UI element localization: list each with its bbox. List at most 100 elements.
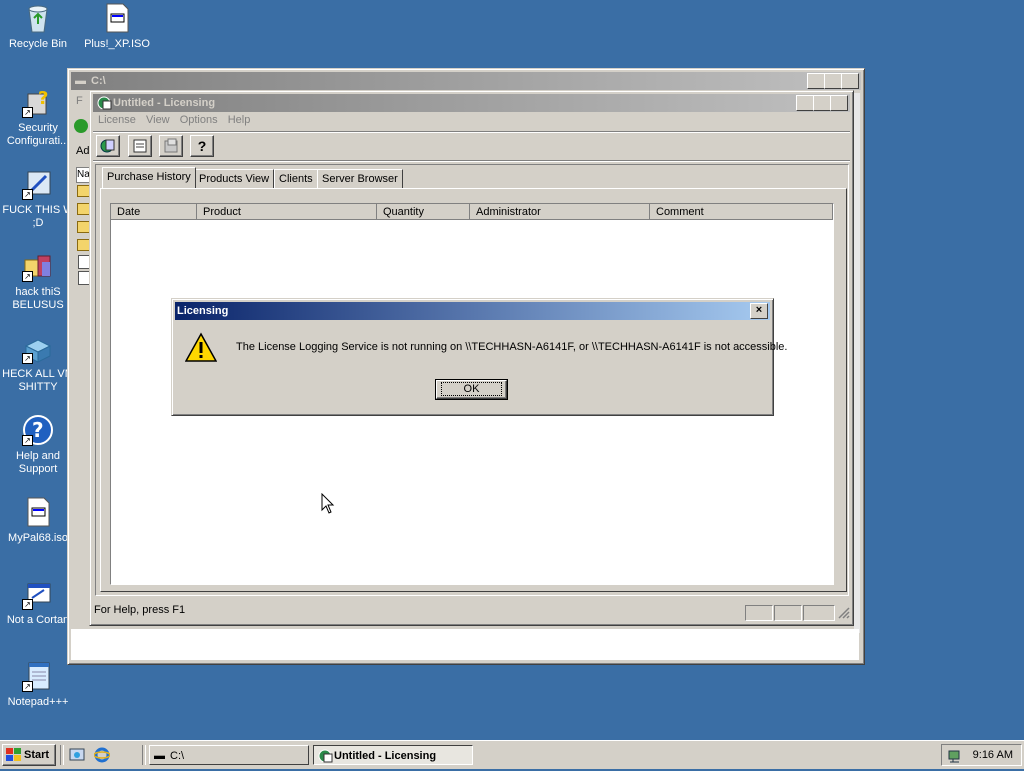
system-tray: 9:16 AM bbox=[941, 744, 1022, 766]
properties-icon bbox=[128, 135, 152, 157]
desktop-icon-label: Help and Support bbox=[15, 450, 61, 475]
resize-grip-icon[interactable] bbox=[838, 607, 850, 619]
explorer-content-area bbox=[71, 629, 859, 660]
shortcut-window-icon: ↗ bbox=[22, 578, 54, 610]
taskbar-button-label: Untitled - Licensing bbox=[334, 750, 437, 762]
menu-help[interactable]: Help bbox=[228, 114, 251, 126]
dialog-title-bar[interactable]: Licensing × bbox=[175, 302, 770, 320]
taskbar-button-explorer[interactable]: ▬ C:\ bbox=[149, 745, 309, 765]
toolbar-button-new-license[interactable] bbox=[159, 135, 183, 157]
toolbar-button-server[interactable] bbox=[96, 135, 120, 157]
menu-license[interactable]: License bbox=[98, 114, 136, 126]
explorer-title-bar[interactable]: ▬ C:\ _ □ × bbox=[71, 72, 861, 90]
desktop-icon-label: Not a Cortan bbox=[6, 614, 70, 626]
start-button[interactable]: Start bbox=[2, 744, 56, 766]
desktop-icon-label: MyPal68.iso bbox=[8, 532, 68, 544]
desktop-icon-shortcut-2[interactable]: ↗ hack thiS BELUSUS bbox=[0, 250, 76, 312]
close-button[interactable]: × bbox=[830, 95, 848, 111]
svg-text:?: ? bbox=[38, 88, 48, 109]
explorer-title: C:\ bbox=[91, 75, 106, 87]
status-text: For Help, press F1 bbox=[94, 604, 186, 616]
warning-icon bbox=[184, 332, 218, 367]
ok-button[interactable]: OK bbox=[435, 379, 508, 400]
dialog-close-button[interactable]: × bbox=[750, 303, 768, 319]
status-pane bbox=[745, 605, 773, 621]
desktop-icon-label: Security Configurati... bbox=[6, 122, 70, 147]
minimize-button[interactable]: _ bbox=[796, 95, 814, 111]
explorer-scrollbar[interactable] bbox=[854, 93, 860, 633]
desktop-icon-shortcut-3[interactable]: ↗ HECK ALL VM SHITTY bbox=[0, 332, 76, 394]
toolbar-separator bbox=[93, 131, 850, 133]
server-connect-icon bbox=[96, 135, 120, 157]
help-icon: ? ↗ bbox=[22, 414, 54, 446]
tab-clients[interactable]: Clients bbox=[274, 169, 318, 188]
desktop-icon-shortcut-4[interactable]: ↗ Not a Cortan bbox=[0, 578, 76, 627]
taskbar: Start ▬ C:\ Untitled - Licensing 9:16 AM bbox=[0, 740, 1024, 769]
column-quantity[interactable]: Quantity bbox=[377, 204, 470, 220]
drive-icon: ▬ bbox=[75, 75, 86, 87]
column-comment[interactable]: Comment bbox=[650, 204, 833, 220]
network-tray-icon[interactable] bbox=[947, 747, 963, 770]
column-product[interactable]: Product bbox=[197, 204, 377, 220]
mouse-cursor-icon bbox=[321, 492, 335, 518]
toolbar-bottom-separator bbox=[93, 160, 850, 162]
recycle-bin-icon bbox=[22, 2, 54, 34]
desktop-icon-label: FUCK THIS W ;D bbox=[2, 204, 73, 229]
shortcut-app-icon: ↗ bbox=[22, 168, 54, 200]
drive-icon: ▬ bbox=[154, 750, 165, 762]
licensing-title-bar[interactable]: Untitled - Licensing _ □ × bbox=[93, 94, 850, 112]
taskbar-button-label: C:\ bbox=[170, 750, 185, 762]
svg-text:?: ? bbox=[32, 418, 44, 442]
maximize-button[interactable]: □ bbox=[813, 95, 831, 111]
desktop-icon-plus-xp-iso[interactable]: Plus!_XP.ISO bbox=[79, 2, 155, 51]
back-arrow-icon[interactable] bbox=[74, 119, 88, 133]
tab-server-browser[interactable]: Server Browser bbox=[317, 169, 403, 188]
desktop-icon-label: Notepad+++ bbox=[7, 696, 69, 708]
tab-purchase-history[interactable]: Purchase History bbox=[102, 167, 196, 188]
windows-logo-icon bbox=[6, 748, 22, 769]
column-administrator[interactable]: Administrator bbox=[470, 204, 650, 220]
desktop-icon-shortcut-1[interactable]: ↗ FUCK THIS W ;D bbox=[0, 168, 76, 230]
clock[interactable]: 9:16 AM bbox=[973, 745, 1013, 765]
licensing-dialog[interactable]: Licensing × The License Logging Service … bbox=[171, 298, 787, 416]
toolbar-button-properties[interactable] bbox=[128, 135, 152, 157]
security-config-icon: ? ↗ bbox=[22, 86, 54, 118]
minimize-button[interactable]: _ bbox=[807, 73, 825, 89]
explorer-menu-file[interactable]: F bbox=[76, 95, 83, 107]
taskbar-separator bbox=[60, 745, 64, 765]
desktop-icon-label: Recycle Bin bbox=[8, 38, 68, 50]
notepad-icon: ↗ bbox=[22, 660, 54, 692]
status-pane bbox=[774, 605, 802, 621]
close-button[interactable]: × bbox=[841, 73, 859, 89]
taskbar-separator bbox=[142, 745, 146, 765]
ok-button-face: OK bbox=[436, 380, 507, 399]
dialog-title: Licensing bbox=[177, 305, 229, 317]
desktop-icon-help-and-support[interactable]: ? ↗ Help and Support bbox=[0, 414, 76, 476]
internet-explorer-icon[interactable] bbox=[93, 747, 111, 766]
new-license-icon bbox=[159, 135, 183, 157]
blocks-app-icon: ↗ bbox=[22, 332, 54, 364]
iso-file-icon bbox=[101, 2, 133, 34]
menu-view[interactable]: View bbox=[146, 114, 170, 126]
desktop-icon-mypal68-iso[interactable]: MyPal68.iso bbox=[0, 496, 76, 545]
menu-options[interactable]: Options bbox=[180, 114, 218, 126]
desktop-icon-label: HECK ALL VM SHITTY bbox=[2, 368, 74, 393]
taskbar-button-licensing[interactable]: Untitled - Licensing bbox=[313, 745, 473, 765]
dialog-message: The License Logging Service is not runni… bbox=[236, 341, 788, 353]
maximize-button[interactable]: □ bbox=[824, 73, 842, 89]
start-label: Start bbox=[24, 749, 50, 761]
folder-shortcut-icon: ↗ bbox=[22, 250, 54, 282]
desktop-icon-security-configuration[interactable]: ? ↗ Security Configurati... bbox=[0, 86, 76, 148]
status-pane bbox=[803, 605, 835, 621]
show-desktop-icon[interactable] bbox=[69, 747, 85, 766]
tab-strip: Purchase History Products View Clients S… bbox=[102, 167, 842, 188]
column-date[interactable]: Date bbox=[111, 204, 197, 220]
licensing-menu-bar: License View Options Help bbox=[98, 114, 257, 126]
toolbar-button-help[interactable]: ? bbox=[190, 135, 214, 157]
desktop-icon-recycle-bin[interactable]: Recycle Bin bbox=[0, 2, 76, 51]
licensing-title: Untitled - Licensing bbox=[113, 97, 216, 109]
tab-products-view[interactable]: Products View bbox=[194, 169, 275, 188]
ok-button-label: OK bbox=[440, 382, 503, 396]
desktop-icon-notepad[interactable]: ↗ Notepad+++ bbox=[0, 660, 76, 709]
desktop-icon-label: hack thiS BELUSUS bbox=[12, 286, 64, 311]
